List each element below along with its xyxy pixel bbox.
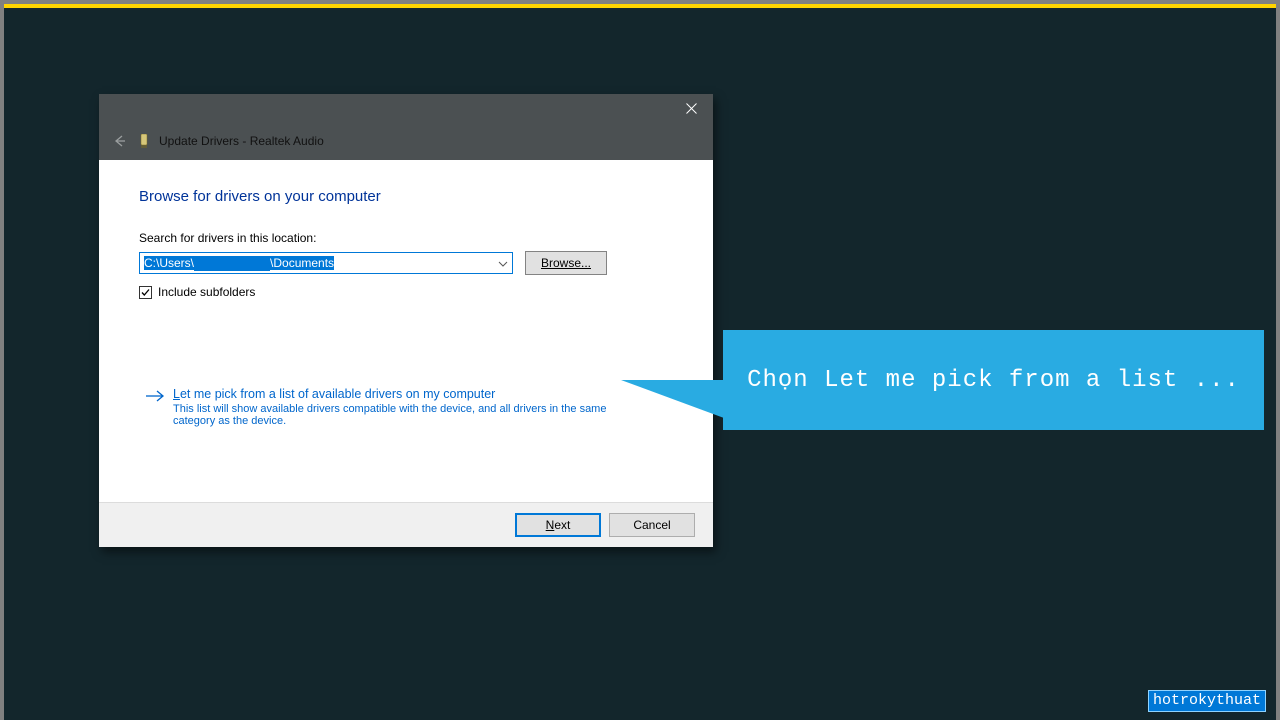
path-combobox[interactable]: C:\Users\ \Documents	[139, 252, 513, 274]
dialog-header: Update Drivers - Realtek Audio	[99, 122, 713, 160]
device-icon	[137, 134, 151, 148]
callout-tail	[621, 380, 724, 418]
path-value-suffix: \Documents	[270, 256, 334, 270]
dialog-title: Update Drivers - Realtek Audio	[159, 134, 324, 148]
let-me-pick-desc: This list will show available drivers co…	[173, 403, 643, 427]
back-button[interactable]	[105, 133, 133, 149]
close-icon	[686, 103, 697, 114]
dialog-footer: Next Cancel	[99, 502, 713, 547]
dialog-content: Browse for drivers on your computer Sear…	[99, 160, 713, 502]
browse-button[interactable]: Browse...	[525, 251, 607, 275]
callout-bubble: Chọn Let me pick from a list ...	[723, 330, 1264, 430]
callout-text: Chọn Let me pick from a list ...	[747, 367, 1240, 394]
let-me-pick-title: Let me pick from a list of available dri…	[173, 387, 643, 401]
check-icon	[140, 287, 151, 298]
next-button[interactable]: Next	[515, 513, 601, 537]
path-value-prefix: C:\Users\	[144, 256, 194, 270]
include-subfolders-checkbox[interactable]	[139, 286, 152, 299]
watermark-badge: hotrokythuat	[1148, 690, 1266, 712]
path-value-redacted	[194, 256, 270, 271]
back-arrow-icon	[111, 133, 127, 149]
arrow-right-icon	[145, 387, 163, 403]
search-label: Search for drivers in this location:	[139, 231, 673, 245]
close-button[interactable]	[669, 94, 713, 122]
cancel-button[interactable]: Cancel	[609, 513, 695, 537]
slide-background: Update Drivers - Realtek Audio Browse fo…	[4, 4, 1276, 720]
dialog-titlebar	[99, 94, 713, 122]
chevron-down-icon[interactable]	[494, 256, 512, 270]
heading: Browse for drivers on your computer	[139, 188, 673, 205]
let-me-pick-link[interactable]: Let me pick from a list of available dri…	[139, 387, 673, 427]
include-subfolders-label: Include subfolders	[158, 285, 255, 299]
update-drivers-dialog: Update Drivers - Realtek Audio Browse fo…	[99, 94, 713, 547]
